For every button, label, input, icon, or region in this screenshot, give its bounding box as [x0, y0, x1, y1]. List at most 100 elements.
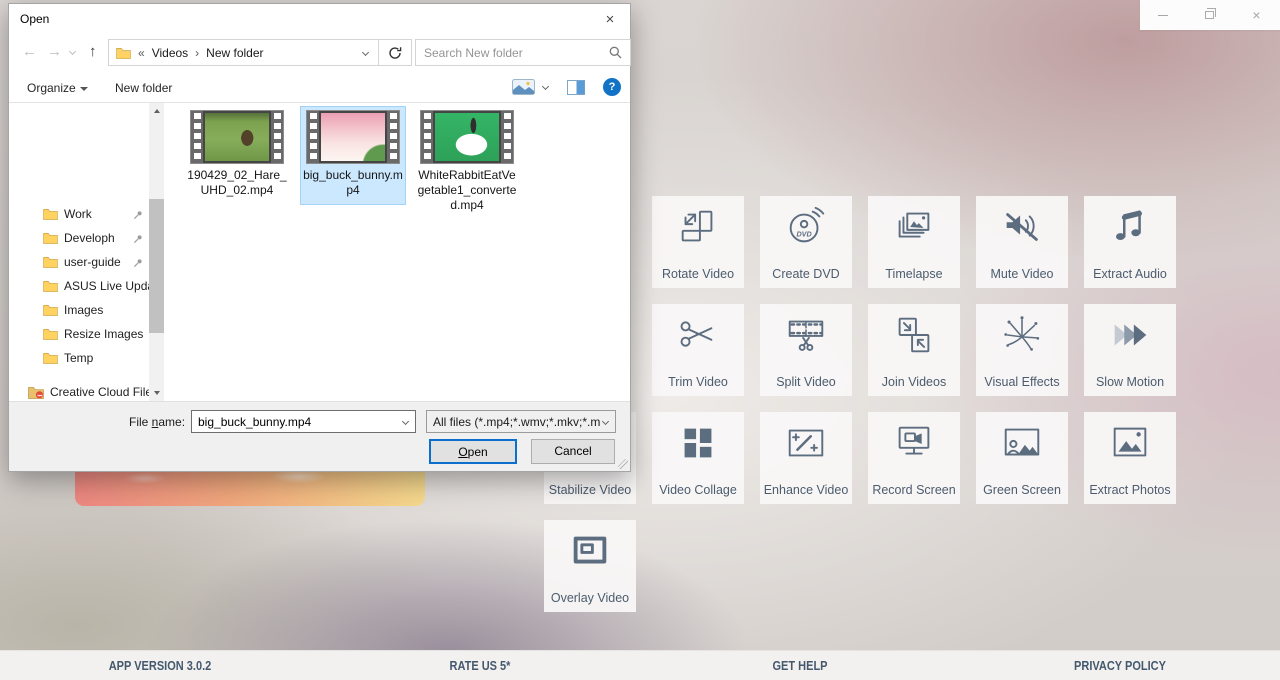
enhance-video-icon	[783, 420, 829, 466]
footer-link-rate-us[interactable]: RATE US 5*	[450, 659, 511, 673]
tile-rotate-video[interactable]: Rotate Video	[652, 196, 744, 288]
tile-trim-video[interactable]: Trim Video	[652, 304, 744, 396]
join-videos-icon	[891, 312, 937, 358]
folder-icon	[43, 304, 58, 316]
breadcrumb-segment-new-folder[interactable]: New folder	[206, 46, 263, 60]
tile-mute-video[interactable]: Mute Video	[976, 196, 1068, 288]
sidebar-item-label: ASUS Live Updat	[64, 279, 149, 293]
folder-icon	[43, 280, 58, 292]
thumbnails-view-icon	[512, 79, 535, 95]
pin-icon	[133, 257, 143, 271]
cancel-button[interactable]: Cancel	[531, 439, 615, 464]
dialog-bottom-panel: File name: All files (*.mp4;*.wmv;*.mkv;…	[9, 401, 630, 471]
tile-split-video[interactable]: Split Video	[760, 304, 852, 396]
history-dropdown-icon[interactable]	[69, 48, 76, 55]
sidebar-item-asus-live-update[interactable]: ASUS Live Updat	[9, 275, 149, 297]
filmstrip-right	[387, 111, 399, 163]
tile-label: Rotate Video	[652, 267, 744, 281]
footer-link-get-help[interactable]: GET HELP	[772, 659, 827, 673]
search-icon	[609, 46, 622, 59]
file-name-label: 190429_02_Hare_UHD_02.mp4	[185, 168, 289, 198]
tile-timelapse[interactable]: Timelapse	[868, 196, 960, 288]
address-dropdown-icon[interactable]	[362, 49, 369, 56]
sidebar-item-label: Work	[64, 207, 92, 221]
file-item-white-rabbit[interactable]: WhiteRabbitEatVegetable1_converted.mp4	[415, 107, 519, 213]
folder-icon	[43, 208, 58, 220]
sidebar-scrollbar[interactable]	[149, 103, 164, 401]
breadcrumb[interactable]: « Videos › New folder	[108, 39, 379, 66]
tile-record-screen[interactable]: Record Screen	[868, 412, 960, 504]
footer-link-app-version[interactable]: APP VERSION 3.0.2	[109, 659, 212, 673]
footer-link-privacy-policy[interactable]: PRIVACY POLICY	[1074, 659, 1166, 673]
tile-visual-effects[interactable]: Visual Effects	[976, 304, 1068, 396]
new-folder-button[interactable]: New folder	[115, 81, 172, 95]
sidebar-item-resize-images[interactable]: Resize Images	[9, 323, 149, 345]
help-button[interactable]: ?	[603, 78, 621, 96]
tile-overlay-video[interactable]: Overlay Video	[544, 520, 636, 612]
breadcrumb-prefix: «	[138, 46, 145, 60]
preview-pane-icon	[567, 80, 585, 95]
refresh-button[interactable]	[379, 39, 412, 66]
tile-label: Timelapse	[868, 267, 960, 281]
sidebar-item-label: Resize Images	[64, 327, 143, 341]
record-screen-icon	[891, 420, 937, 466]
tile-extract-photos[interactable]: Extract Photos	[1084, 412, 1176, 504]
trim-video-icon	[675, 312, 721, 358]
sidebar-item-developh[interactable]: Developh	[9, 227, 149, 249]
tile-create-dvd[interactable]: DVD Create DVD	[760, 196, 852, 288]
file-name-input[interactable]	[192, 415, 403, 429]
file-name-field-label: File name:	[129, 415, 185, 429]
sidebar-item-work[interactable]: Work	[9, 203, 149, 225]
minimize-button[interactable]	[1140, 0, 1187, 30]
tile-extract-audio[interactable]: Extract Audio	[1084, 196, 1176, 288]
open-dialog: Open × ← → ↑ « Videos › New folder Organ…	[8, 3, 631, 472]
close-button[interactable]: ×	[1233, 0, 1280, 30]
back-icon[interactable]: ←	[22, 43, 37, 60]
tile-green-screen[interactable]: Green Screen	[976, 412, 1068, 504]
sidebar-item-temp[interactable]: Temp	[9, 347, 149, 369]
restore-button[interactable]	[1187, 0, 1234, 30]
breadcrumb-segment-videos[interactable]: Videos	[152, 46, 188, 60]
file-name-combobox	[191, 410, 416, 433]
tile-slow-motion[interactable]: Slow Motion	[1084, 304, 1176, 396]
tile-enhance-video[interactable]: Enhance Video	[760, 412, 852, 504]
folder-icon	[43, 256, 58, 268]
tile-label: Visual Effects	[976, 375, 1068, 389]
forward-icon[interactable]: →	[47, 43, 62, 60]
tile-video-collage[interactable]: Video Collage	[652, 412, 744, 504]
file-item-hare[interactable]: 190429_02_Hare_UHD_02.mp4	[185, 107, 289, 198]
file-type-combobox[interactable]: All files (*.mp4;*.wmv;*.mkv;*.m	[426, 410, 616, 433]
dialog-close-button[interactable]: ×	[596, 8, 624, 32]
refresh-icon	[388, 46, 402, 60]
tile-label: Overlay Video	[544, 591, 636, 605]
organize-label: Organize	[27, 81, 76, 95]
video-thumbnail	[190, 110, 284, 164]
file-type-dropdown-icon	[602, 418, 609, 425]
sidebar-item-user-guide[interactable]: user-guide	[9, 251, 149, 273]
tile-label: Stabilize Video	[544, 483, 636, 497]
open-button[interactable]: Open	[429, 439, 517, 464]
scrollbar-thumb[interactable]	[149, 199, 164, 333]
video-thumbnail	[420, 110, 514, 164]
sidebar-item-creative-cloud-files[interactable]: Creative Cloud File	[9, 381, 149, 401]
scroll-down-button[interactable]	[149, 385, 164, 400]
up-icon[interactable]: ↑	[89, 43, 97, 60]
scroll-up-button[interactable]	[149, 103, 164, 118]
file-name-dropdown-icon[interactable]	[402, 418, 409, 425]
file-type-value: All files (*.mp4;*.wmv;*.mkv;*.m	[427, 415, 603, 429]
sidebar-item-label: user-guide	[64, 255, 121, 269]
open-button-label: pen	[468, 445, 488, 459]
organize-menu[interactable]: Organize	[27, 81, 88, 95]
filmstrip-right	[271, 111, 283, 163]
tile-join-videos[interactable]: Join Videos	[868, 304, 960, 396]
resize-grip[interactable]	[618, 459, 628, 469]
tile-label: Slow Motion	[1084, 375, 1176, 389]
search-input[interactable]	[416, 46, 609, 60]
tile-label: Trim Video	[652, 375, 744, 389]
change-view-button[interactable]	[512, 79, 548, 98]
file-item-big-buck-bunny[interactable]: big_buck_bunny.mp4	[301, 107, 405, 204]
dialog-titlebar[interactable]: Open ×	[9, 4, 630, 34]
preview-pane-button[interactable]	[567, 80, 585, 98]
app-footer: APP VERSION 3.0.2 RATE US 5* GET HELP PR…	[0, 650, 1280, 680]
sidebar-item-images[interactable]: Images	[9, 299, 149, 321]
